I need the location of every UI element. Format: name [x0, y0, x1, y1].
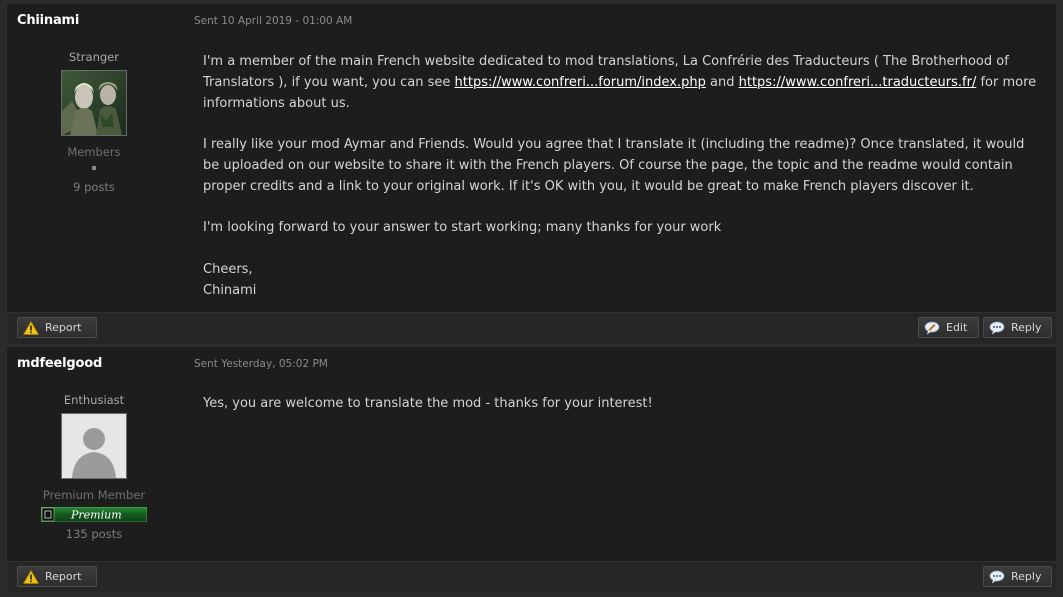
warning-icon: [23, 320, 39, 335]
author-name[interactable]: Chiinami: [17, 13, 79, 28]
edit-bubble-icon: [924, 321, 940, 335]
author-name[interactable]: mdfeelgood: [17, 356, 102, 371]
sent-date: Sent Yesterday, 05:02 PM: [194, 358, 328, 370]
message-paragraph: I really like your mod Aymar and Friends…: [203, 137, 1025, 194]
message-signoff: Cheers, Chinami: [203, 261, 257, 298]
website-link[interactable]: https://www.confreri...traducteurs.fr/: [739, 75, 977, 90]
reply-button[interactable]: Reply: [983, 317, 1052, 338]
sent-date: Sent 10 April 2019 - 01:00 AM: [194, 15, 353, 27]
post-count: 9 posts: [73, 180, 115, 194]
post-count: 135 posts: [65, 527, 123, 541]
message-paragraph: I'm looking forward to your answer to st…: [203, 220, 722, 236]
message-body: Yes, you are welcome to translate the mo…: [203, 394, 1042, 436]
warning-icon: [23, 569, 39, 584]
member-group: Members: [67, 145, 121, 159]
avatar[interactable]: [61, 413, 127, 479]
reply-bubble-icon: [989, 321, 1005, 335]
report-button[interactable]: Report: [17, 317, 97, 338]
post-action-bar: Report Reply: [7, 561, 1056, 593]
forum-link[interactable]: https://www.confreri...forum/index.php: [455, 75, 706, 90]
author-rank: Stranger: [69, 50, 119, 64]
message-body: I'm a member of the main French website …: [203, 52, 1042, 322]
author-info: Enthusiast Premium Member Premium 135 po…: [7, 393, 181, 541]
message-post: Chiinami Sent 10 April 2019 - 01:00 AM S…: [6, 3, 1057, 345]
report-button[interactable]: Report: [17, 566, 97, 587]
svg-text:Premium: Premium: [70, 509, 122, 522]
message-paragraph: Yes, you are welcome to translate the mo…: [203, 396, 653, 411]
author-info: Stranger Members 9 posts: [7, 50, 181, 194]
premium-badge: Premium: [41, 507, 147, 522]
message-post: mdfeelgood Sent Yesterday, 05:02 PM Enth…: [6, 346, 1057, 594]
message-paragraph: I'm a member of the main French website …: [203, 54, 1037, 111]
rank-pip-icon: [92, 166, 96, 170]
member-group: Premium Member: [42, 488, 146, 502]
reply-button[interactable]: Reply: [983, 566, 1052, 587]
author-rank: Enthusiast: [63, 393, 125, 407]
post-action-bar: Report Edit Reply: [7, 312, 1056, 344]
avatar[interactable]: [61, 70, 127, 136]
reply-bubble-icon: [989, 570, 1005, 584]
edit-button[interactable]: Edit: [918, 317, 979, 338]
